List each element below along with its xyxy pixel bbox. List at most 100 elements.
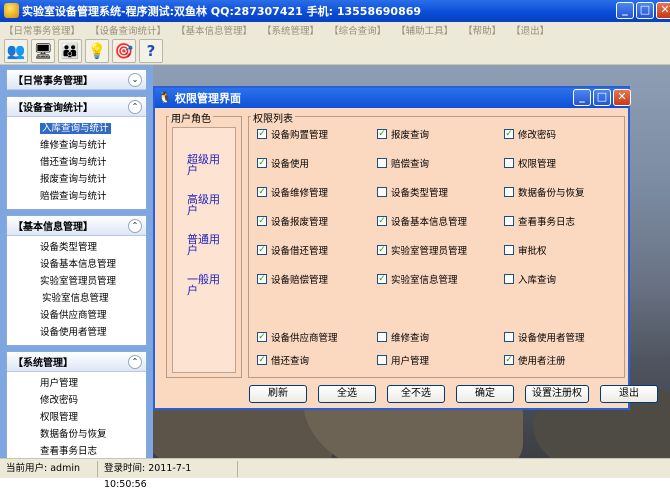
group-header[interactable]: 【设备查询统计】 ⌃ — [7, 97, 146, 117]
sidebar-item-password[interactable]: 修改密码 — [7, 392, 146, 409]
permission-item[interactable]: 数据备份与恢复 — [504, 185, 585, 199]
users-icon[interactable]: 👥 — [4, 39, 28, 63]
permission-item[interactable]: ✓ 借还查询 — [257, 353, 309, 367]
lightbulb-icon[interactable]: 💡 — [85, 39, 109, 63]
sidebar-item-repair-query[interactable]: 维修查询与统计 — [7, 137, 146, 154]
permission-checkbox[interactable] — [377, 355, 387, 365]
refresh-button[interactable]: 刷新 — [249, 385, 307, 403]
set-register-right-button[interactable]: 设置注册权 — [525, 385, 589, 403]
menu-system[interactable]: 【系统管理】 — [262, 23, 319, 37]
minimize-button[interactable]: _ — [616, 2, 634, 19]
chevron-up-icon[interactable]: ⌃ — [128, 99, 142, 114]
permission-checkbox[interactable]: ✓ — [377, 216, 387, 226]
permission-item[interactable]: 设备使用者管理 — [504, 330, 585, 344]
sidebar-item-compensation-query[interactable]: 赔偿查询与统计 — [7, 188, 146, 205]
permission-checkbox[interactable]: ✓ — [257, 355, 267, 365]
permission-checkbox[interactable] — [504, 274, 514, 284]
permission-item[interactable]: ✓ 报废查询 — [377, 127, 429, 141]
menu-basic-info[interactable]: 【基本信息管理】 — [176, 23, 252, 37]
permission-item[interactable]: ✓ 设备报废管理 — [257, 214, 328, 228]
dialog-close-button[interactable]: ✕ — [613, 89, 631, 106]
menu-daily[interactable]: 【日常事务管理】 — [4, 23, 80, 37]
permission-checkbox[interactable] — [377, 158, 387, 168]
sidebar-item-basic-info-mgmt[interactable]: 设备基本信息管理 — [7, 256, 146, 273]
permission-item[interactable]: ✓ 设备基本信息管理 — [377, 214, 467, 228]
group-header[interactable]: 【系统管理】 ⌃ — [7, 352, 146, 372]
dialog-maximize-button[interactable]: □ — [593, 89, 611, 106]
permission-item[interactable]: 权限管理 — [504, 156, 556, 170]
permission-checkbox[interactable]: ✓ — [377, 129, 387, 139]
chevron-up-icon[interactable]: ⌃ — [128, 218, 142, 233]
permission-item[interactable]: ✓ 设备购置管理 — [257, 127, 328, 141]
permission-checkbox[interactable] — [504, 187, 514, 197]
help-icon[interactable]: ? — [139, 39, 163, 63]
permission-item[interactable]: ✓ 实验室管理员管理 — [377, 243, 467, 257]
permission-checkbox[interactable] — [504, 216, 514, 226]
permission-checkbox[interactable]: ✓ — [377, 245, 387, 255]
role-general[interactable]: 一般用户 — [187, 274, 223, 296]
sidebar-item-users[interactable]: 用户管理 — [7, 375, 146, 392]
exit-button[interactable]: 退出 — [600, 385, 658, 403]
role-advanced[interactable]: 高级用户 — [187, 194, 223, 216]
permission-checkbox[interactable]: ✓ — [257, 274, 267, 284]
permission-item[interactable]: 设备类型管理 — [377, 185, 448, 199]
permission-item[interactable]: 用户管理 — [377, 353, 429, 367]
sidebar-item-permissions[interactable]: 权限管理 — [7, 409, 146, 426]
role-normal[interactable]: 普通用户 — [187, 234, 223, 256]
target-icon[interactable]: 🎯 — [112, 39, 136, 63]
permission-item[interactable]: ✓ 实验室信息管理 — [377, 272, 458, 286]
permission-item[interactable]: ✓ 修改密码 — [504, 127, 556, 141]
permission-item[interactable]: 维修查询 — [377, 330, 429, 344]
chevron-up-icon[interactable]: ⌃ — [128, 354, 142, 369]
menu-tools[interactable]: 【辅助工具】 — [396, 23, 453, 37]
permission-checkbox[interactable]: ✓ — [257, 129, 267, 139]
permission-checkbox[interactable]: ✓ — [257, 187, 267, 197]
menu-exit[interactable]: 【退出】 — [511, 23, 549, 37]
permission-item[interactable]: ✓ 设备维修管理 — [257, 185, 328, 199]
select-all-button[interactable]: 全选 — [318, 385, 376, 403]
maximize-button[interactable]: □ — [636, 2, 654, 19]
sidebar-item-inbound-query[interactable]: 入库查询与统计 — [7, 120, 146, 137]
permission-checkbox[interactable]: ✓ — [257, 245, 267, 255]
permission-checkbox[interactable] — [504, 158, 514, 168]
menu-equipment-query[interactable]: 【设备查询统计】 — [90, 23, 166, 37]
permission-item[interactable]: ✓ 设备供应商管理 — [257, 330, 338, 344]
permission-checkbox[interactable]: ✓ — [504, 355, 514, 365]
sidebar-item-type-mgmt[interactable]: 设备类型管理 — [7, 239, 146, 256]
menu-help[interactable]: 【帮助】 — [463, 23, 501, 37]
permission-item[interactable]: 赔偿查询 — [377, 156, 429, 170]
permission-checkbox[interactable] — [504, 245, 514, 255]
sidebar-item-admin-mgmt[interactable]: 实验室管理员管理 — [7, 273, 146, 290]
dialog-minimize-button[interactable]: _ — [573, 89, 591, 106]
chevron-down-icon[interactable]: ⌄ — [128, 72, 142, 87]
menu-composite-query[interactable]: 【综合查询】 — [329, 23, 386, 37]
permission-item[interactable]: ✓ 设备借还管理 — [257, 243, 328, 257]
permission-checkbox[interactable] — [504, 332, 514, 342]
permission-checkbox[interactable]: ✓ — [377, 274, 387, 284]
sidebar-item-backup[interactable]: 数据备份与恢复 — [7, 426, 146, 443]
permission-checkbox[interactable]: ✓ — [257, 216, 267, 226]
permission-item[interactable]: 审批权 — [504, 243, 547, 257]
sidebar-item-lab-info-mgmt[interactable]: 实验室信息管理 — [7, 290, 146, 307]
role-super[interactable]: 超级用户 — [187, 154, 223, 176]
permission-checkbox[interactable] — [377, 187, 387, 197]
permission-checkbox[interactable] — [377, 332, 387, 342]
sidebar-item-user-mgmt[interactable]: 设备使用者管理 — [7, 324, 146, 341]
permission-checkbox[interactable]: ✓ — [504, 129, 514, 139]
permission-checkbox[interactable]: ✓ — [257, 332, 267, 342]
permission-item[interactable]: ✓ 设备赔偿管理 — [257, 272, 328, 286]
permission-item[interactable]: 入库查询 — [504, 272, 556, 286]
group-header[interactable]: 【基本信息管理】 ⌃ — [7, 216, 146, 236]
people-icon[interactable]: 👪 — [58, 39, 82, 63]
close-button[interactable]: ✕ — [656, 2, 670, 19]
sidebar-item-scrap-query[interactable]: 报废查询与统计 — [7, 171, 146, 188]
sidebar-item-supplier-mgmt[interactable]: 设备供应商管理 — [7, 307, 146, 324]
select-none-button[interactable]: 全不选 — [387, 385, 445, 403]
sidebar-item-borrow-query[interactable]: 借还查询与统计 — [7, 154, 146, 171]
permission-item[interactable]: 查看事务日志 — [504, 214, 575, 228]
confirm-button[interactable]: 确定 — [456, 385, 514, 403]
monitor-icon[interactable]: 🖥 — [31, 39, 55, 63]
group-header[interactable]: 【日常事务管理】 ⌄ — [7, 70, 146, 90]
permission-item[interactable]: ✓ 使用者注册 — [504, 353, 566, 367]
permission-checkbox[interactable]: ✓ — [257, 158, 267, 168]
